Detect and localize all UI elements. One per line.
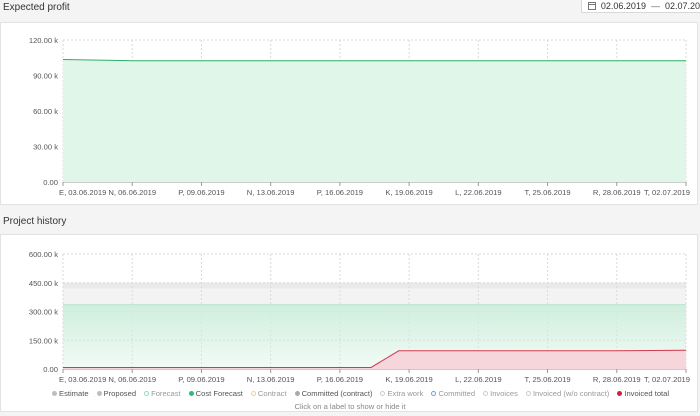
legend-label: Committed xyxy=(438,388,476,398)
y-tick-label: 60.00 k xyxy=(33,107,58,116)
legend-label: Contract xyxy=(257,388,287,398)
x-tick-label: R, 28.06.2019 xyxy=(593,375,641,384)
y-tick-label: 150.00 k xyxy=(29,336,58,345)
legend-item-invoices[interactable]: Invoices xyxy=(483,389,518,398)
x-tick-label: K, 19.06.2019 xyxy=(385,188,432,197)
legend-label: Forecast xyxy=(151,388,181,398)
date-range-picker[interactable]: 02.06.2019 — 02.07.2019 xyxy=(581,0,700,13)
legend-label: Estimate xyxy=(59,388,89,398)
legend-label: Proposed xyxy=(103,388,137,398)
legend-label: Committed (contract) xyxy=(301,388,373,398)
legend-marker xyxy=(380,390,386,396)
legend-item-committed[interactable]: Committed xyxy=(431,389,475,398)
project-history-panel: 0.00 150.00 k 300.00 k 450.00 k 600.00 k E, 0… xyxy=(0,234,698,412)
legend-item-extra-work[interactable]: Extra work xyxy=(380,389,423,398)
legend-marker xyxy=(483,390,489,396)
legend-marker xyxy=(525,390,531,396)
y-tick-label: 90.00 k xyxy=(33,72,58,81)
legend-marker xyxy=(617,390,623,396)
project-history-title: Project history xyxy=(3,216,67,227)
x-tick-label: T, 25.06.2019 xyxy=(525,375,571,384)
x-tick-label: N, 13.06.2019 xyxy=(247,188,295,197)
band-1 xyxy=(63,282,686,289)
legend-label: Invoiced total xyxy=(624,388,670,398)
legend-item-cost-forecast[interactable]: Cost Forecast xyxy=(188,388,243,398)
y-tick-label: 600.00 k xyxy=(29,250,58,259)
legend-item-contract[interactable]: Contract xyxy=(250,388,287,398)
expected-profit-title: Expected profit xyxy=(3,2,70,13)
legend-marker xyxy=(188,390,194,396)
legend-label: Invoiced (w/o contract) xyxy=(532,388,610,398)
legend-marker xyxy=(250,390,256,396)
x-tick-label: K, 19.06.2019 xyxy=(385,375,432,384)
calendar-icon xyxy=(588,2,596,10)
x-tick-label: P, 16.06.2019 xyxy=(317,375,363,384)
x-tick-label: T, 02.07.2019 xyxy=(644,375,690,384)
band-0 xyxy=(63,288,686,306)
x-tick-label: R, 28.06.2019 xyxy=(593,188,641,197)
x-tick-label: N, 06.06.2019 xyxy=(108,188,156,197)
x-tick-label: P, 09.06.2019 xyxy=(178,375,224,384)
legend-item-estimate[interactable]: Estimate xyxy=(52,389,89,398)
legend-marker xyxy=(144,390,150,396)
x-tick-label: N, 13.06.2019 xyxy=(247,375,295,384)
x-tick-label: N, 06.06.2019 xyxy=(108,375,156,384)
legend-label: Extra work xyxy=(387,388,424,398)
date-separator: — xyxy=(650,1,660,11)
legend-marker xyxy=(431,390,437,396)
x-tick-label: T, 02.07.2019 xyxy=(644,188,690,197)
x-tick-label: P, 09.06.2019 xyxy=(178,188,224,197)
y-tick-label: 300.00 k xyxy=(29,308,58,317)
legend-item-committed-contract[interactable]: Committed (contract) xyxy=(294,388,373,398)
x-tick-label: E, 03.06.2019 xyxy=(59,188,106,197)
y-tick-label: 450.00 k xyxy=(29,279,58,288)
x-tick-label: T, 25.06.2019 xyxy=(525,188,571,197)
y-tick-label: 0.00 xyxy=(43,178,58,187)
profit-line xyxy=(62,59,686,62)
date-from: 02.06.2019 xyxy=(600,1,646,11)
y-tick-label: 120.00 k xyxy=(29,36,58,45)
legend-item-invoiced-w-o-contract[interactable]: Invoiced (w/o contract) xyxy=(525,388,610,398)
chart-legend: Estimate Proposed Forecast Cost Forecast Con… xyxy=(52,387,669,399)
y-tick-label: 0.00 xyxy=(43,365,58,374)
project-history-chart: 0.00 150.00 k 300.00 k 450.00 k 600.00 k E, 0… xyxy=(29,250,690,384)
expected-profit-chart: 0.00 30.00 k 60.00 k 90.00 k 120.00 k E, 03.0… xyxy=(29,36,690,197)
legend-item-invoiced-total[interactable]: Invoiced total xyxy=(617,389,669,398)
legend-label: Cost Forecast xyxy=(195,388,243,398)
legend-marker xyxy=(52,390,57,396)
y-tick-label: 30.00 k xyxy=(33,143,58,152)
x-tick-label: P, 16.06.2019 xyxy=(317,188,363,197)
expected-profit-panel: 0.00 30.00 k 60.00 k 90.00 k 120.00 k E, 03.0… xyxy=(0,22,698,205)
profit-area xyxy=(63,59,686,182)
x-tick-label: L, 22.06.2019 xyxy=(455,188,501,197)
x-tick-label: E, 03.06.2019 xyxy=(59,375,106,384)
legend-item-proposed[interactable]: Proposed xyxy=(96,388,137,398)
x-tick-label: L, 22.06.2019 xyxy=(455,375,501,384)
legend-hint: Click on a label to show or hide it xyxy=(294,402,406,411)
legend-label: Invoices xyxy=(490,388,518,398)
legend-marker xyxy=(96,390,102,396)
legend-item-forecast[interactable]: Forecast xyxy=(144,389,181,398)
legend-marker xyxy=(294,390,300,396)
date-to: 02.07.2019 xyxy=(664,1,700,11)
